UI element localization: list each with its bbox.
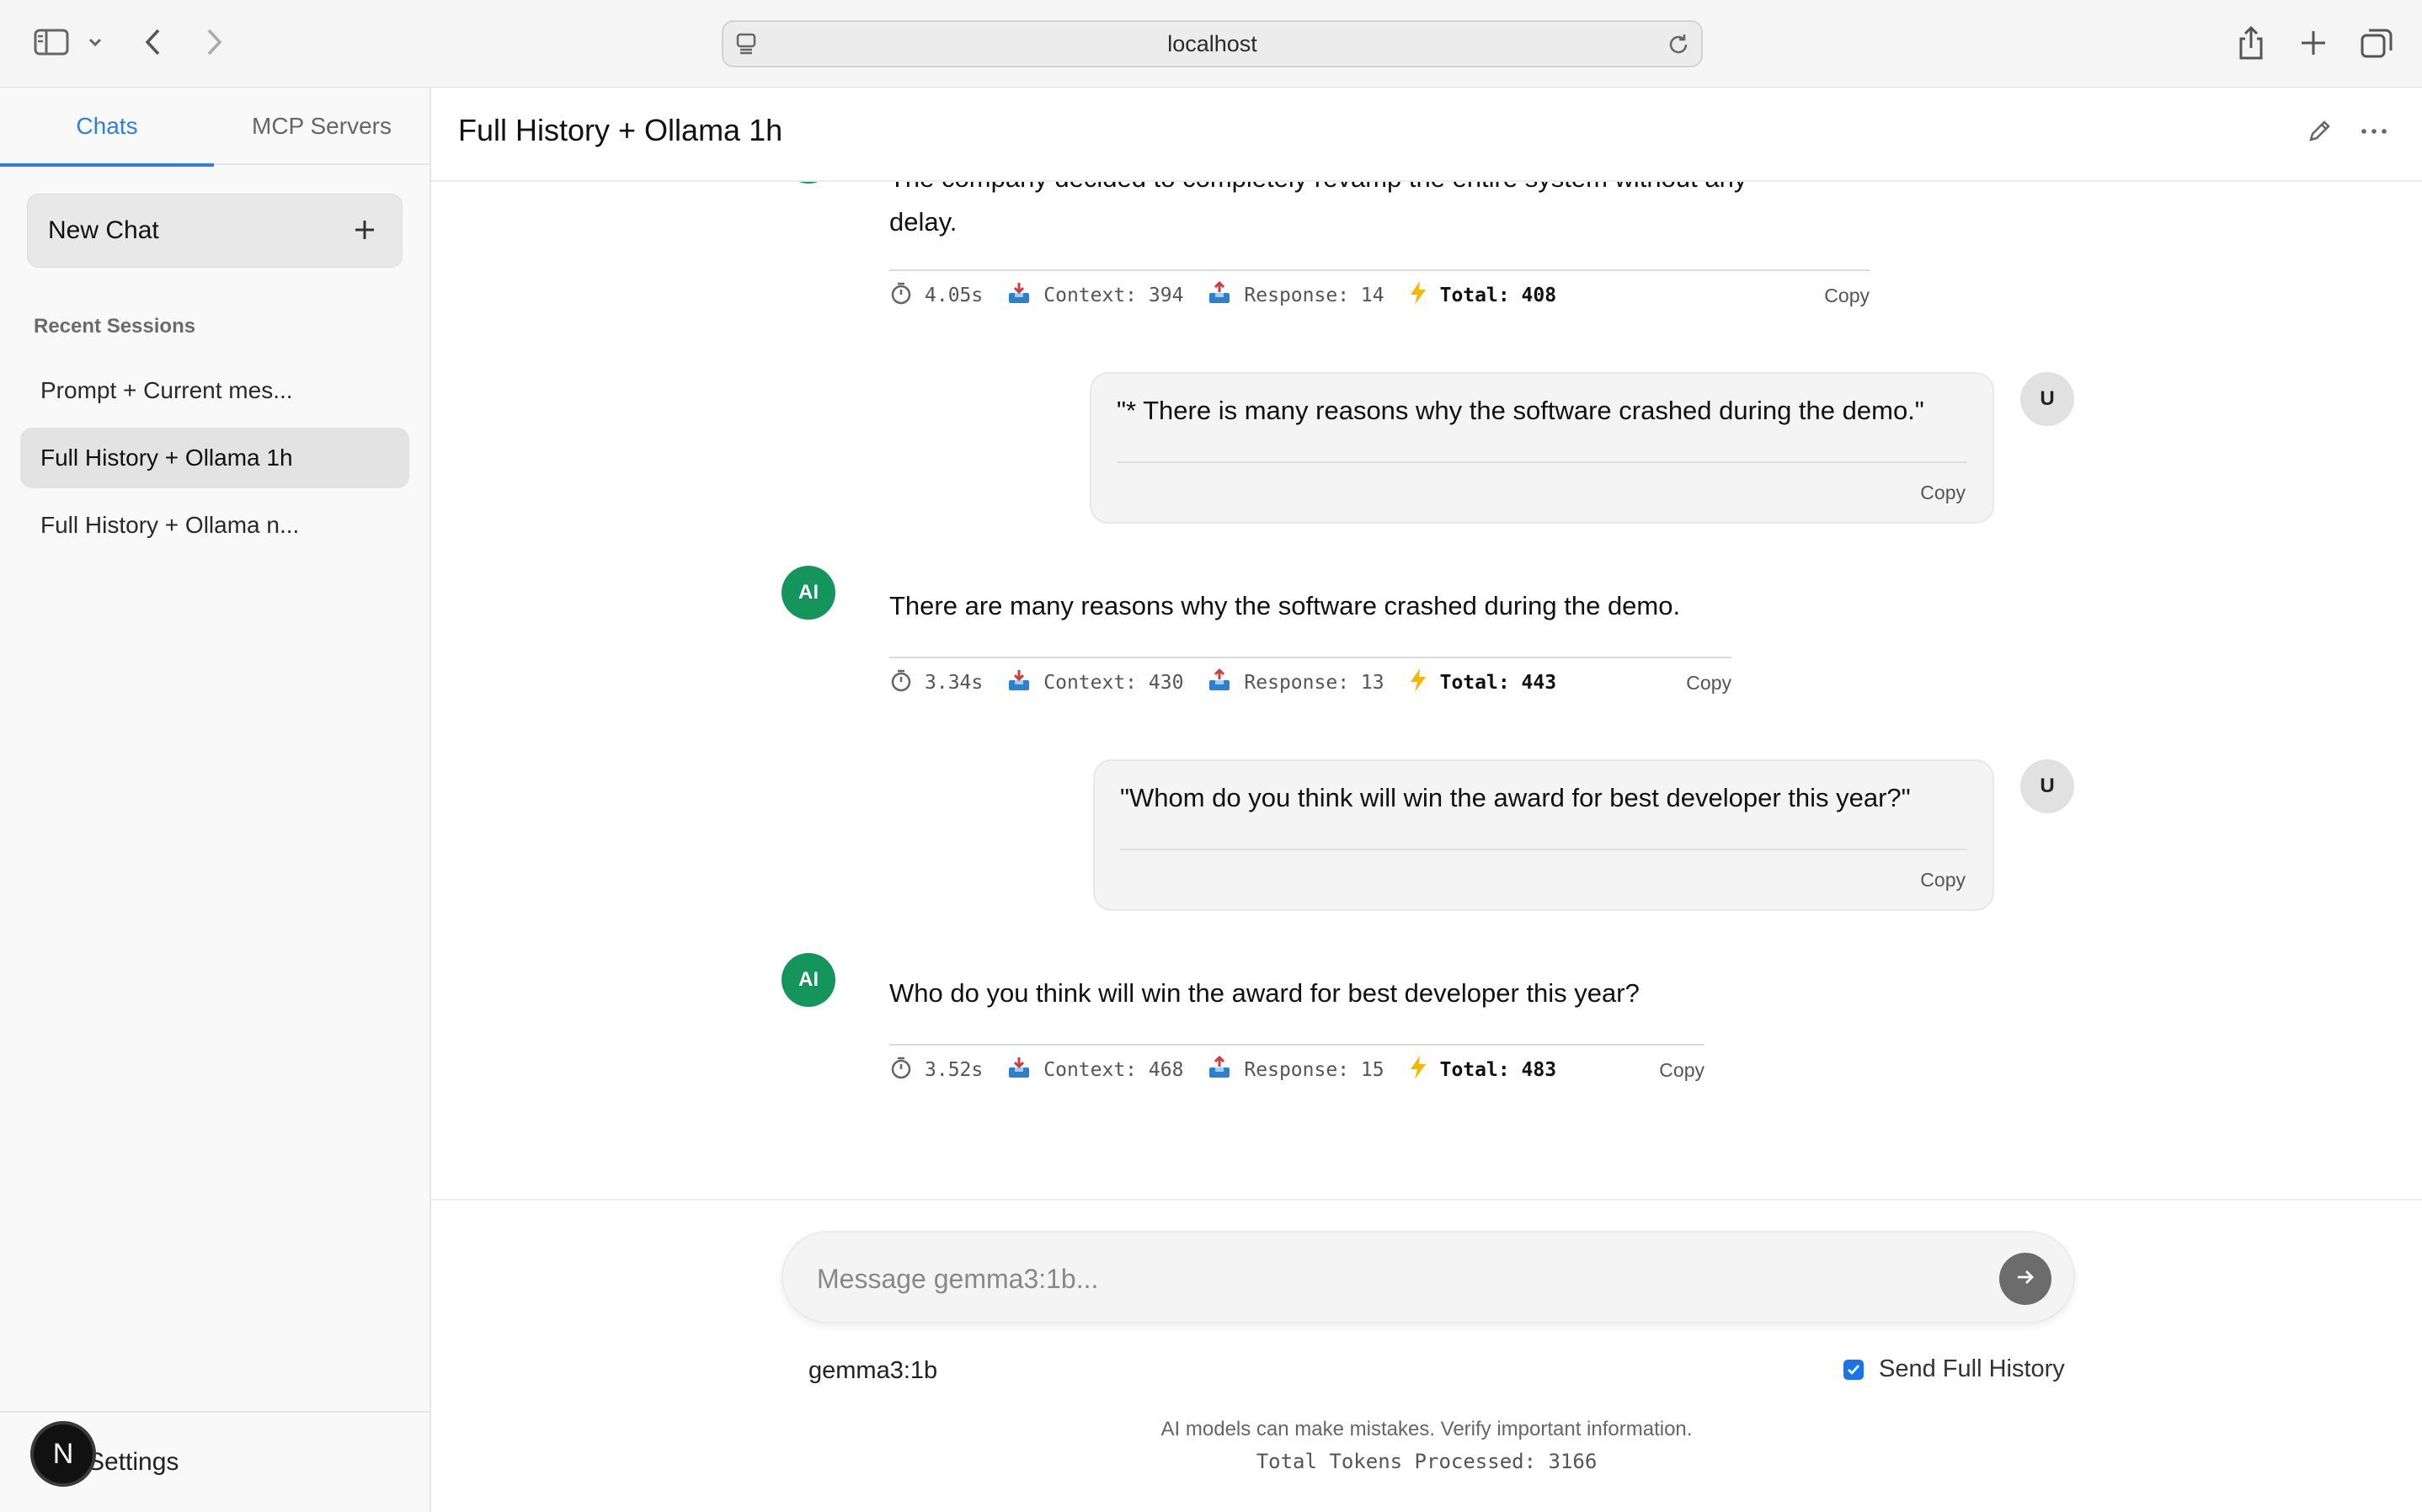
page-title: Full History + Ollama 1h — [458, 113, 783, 147]
response-time: 3.34s — [925, 672, 984, 694]
user-message-text: "Whom do you think will win the award fo… — [1120, 783, 1911, 812]
outbox-tray-icon — [1207, 1055, 1244, 1084]
message-stats: 4.05s Context: 394 Response: 14 Total: 4… — [889, 269, 1870, 320]
message-input[interactable] — [817, 1256, 1962, 1302]
timer-icon — [889, 1056, 925, 1084]
response-tokens: Response: 13 — [1244, 672, 1384, 694]
chat-header: Full History + Ollama 1h — [431, 88, 2422, 182]
user-message-bubble: "* There is many reasons why the softwar… — [1090, 372, 1994, 524]
ai-message-text-clipped: The company decided to completely revamp… — [889, 182, 1747, 200]
message-stats: 3.52s Context: 468 Response: 15 Total: 4… — [889, 1044, 1704, 1094]
arrow-right-icon — [2013, 1264, 2038, 1294]
response-tokens: Response: 15 — [1244, 1059, 1384, 1081]
url-text: localhost — [1167, 30, 1257, 56]
copy-button[interactable]: Copy — [1824, 285, 1870, 307]
lightning-icon — [1408, 280, 1440, 311]
tabs-overview-icon[interactable] — [2360, 27, 2393, 59]
user-message-bubble: "Whom do you think will win the award fo… — [1093, 759, 1994, 911]
chevron-down-icon[interactable] — [88, 37, 103, 47]
response-time: 4.05s — [925, 285, 984, 306]
timer-icon — [889, 668, 925, 697]
sidebar: Chats MCP Servers New Chat Recent Sessio… — [0, 88, 431, 1512]
share-icon[interactable] — [2237, 25, 2265, 61]
user-avatar-small: U — [2020, 372, 2074, 426]
edit-icon[interactable] — [2306, 118, 2333, 149]
ai-message-text: delay. — [889, 207, 958, 237]
reload-icon[interactable] — [1666, 32, 1691, 57]
copy-button[interactable]: Copy — [1920, 869, 1966, 892]
disclaimer-text: AI models can make mistakes. Verify impo… — [1160, 1418, 1693, 1440]
send-full-history-toggle[interactable]: Send Full History — [1843, 1355, 2065, 1383]
tab-chats[interactable]: Chats — [0, 88, 214, 167]
plus-icon — [348, 213, 381, 253]
lightning-icon — [1408, 1055, 1440, 1085]
divider — [1120, 849, 1967, 850]
send-button[interactable] — [1999, 1253, 2051, 1305]
forward-icon[interactable] — [204, 27, 224, 57]
response-tokens: Response: 14 — [1244, 285, 1384, 306]
message-stats: 3.34s Context: 430 Response: 13 Total: 4… — [889, 657, 1731, 707]
ai-message-text: Who do you think will win the award for … — [889, 978, 1640, 1008]
new-tab-icon[interactable] — [2299, 29, 2328, 57]
user-avatar-small: U — [2020, 759, 2074, 813]
composer-area: gemma3:1b Send Full History AI models ca… — [431, 1199, 2422, 1512]
context-tokens: Context: 468 — [1043, 1059, 1184, 1081]
message-composer — [782, 1231, 2075, 1323]
address-bar[interactable]: localhost — [722, 20, 1703, 67]
outbox-tray-icon — [1207, 668, 1244, 697]
user-avatar[interactable]: N — [30, 1421, 96, 1487]
context-tokens: Context: 430 — [1043, 672, 1184, 694]
new-chat-label: New Chat — [48, 216, 159, 244]
inbox-tray-icon — [1006, 281, 1043, 310]
ai-avatar: AI — [782, 182, 835, 184]
session-item[interactable]: Full History + Ollama n... — [20, 495, 409, 556]
copy-button[interactable]: Copy — [1920, 482, 1966, 504]
ai-message-text: There are many reasons why the software … — [889, 591, 1681, 620]
session-item-active[interactable]: Full History + Ollama 1h — [20, 428, 409, 488]
send-full-history-label: Send Full History — [1879, 1355, 2065, 1382]
total-tokens: Total: 483 — [1439, 1059, 1557, 1081]
sidebar-toggle-icon[interactable] — [34, 29, 69, 56]
model-name[interactable]: gemma3:1b — [808, 1357, 937, 1385]
ai-avatar: AI — [782, 566, 835, 620]
total-tokens: Total: 408 — [1439, 285, 1557, 306]
inbox-tray-icon — [1006, 1056, 1043, 1084]
lightning-icon — [1408, 668, 1440, 698]
total-tokens: Total: 443 — [1439, 672, 1557, 694]
total-tokens-processed: Total Tokens Processed: 3166 — [1256, 1450, 1598, 1473]
settings-link[interactable]: Settings — [88, 1448, 179, 1477]
timer-icon — [889, 281, 925, 310]
copy-button[interactable]: Copy — [1659, 1059, 1704, 1082]
more-icon[interactable] — [2360, 118, 2388, 149]
recent-sessions-heading: Recent Sessions — [34, 315, 196, 338]
copy-button[interactable]: Copy — [1686, 672, 1731, 695]
browser-toolbar: localhost — [0, 0, 2422, 88]
sidebar-tabs: Chats MCP Servers — [0, 88, 429, 167]
tab-mcp-servers[interactable]: MCP Servers — [214, 88, 429, 165]
ai-avatar: AI — [782, 953, 835, 1007]
back-icon[interactable] — [143, 27, 163, 57]
divider — [1117, 461, 1967, 463]
new-chat-button[interactable]: New Chat — [27, 194, 403, 268]
context-tokens: Context: 394 — [1043, 285, 1184, 306]
outbox-tray-icon — [1207, 280, 1244, 310]
session-item[interactable]: Prompt + Current mes... — [20, 360, 409, 421]
response-time: 3.52s — [925, 1059, 984, 1081]
inbox-tray-icon — [1006, 668, 1043, 697]
user-message-text: "* There is many reasons why the softwar… — [1117, 396, 1924, 425]
checkbox-checked[interactable] — [1843, 1359, 1864, 1380]
chat-messages: AI The company decided to completely rev… — [431, 182, 2422, 1199]
